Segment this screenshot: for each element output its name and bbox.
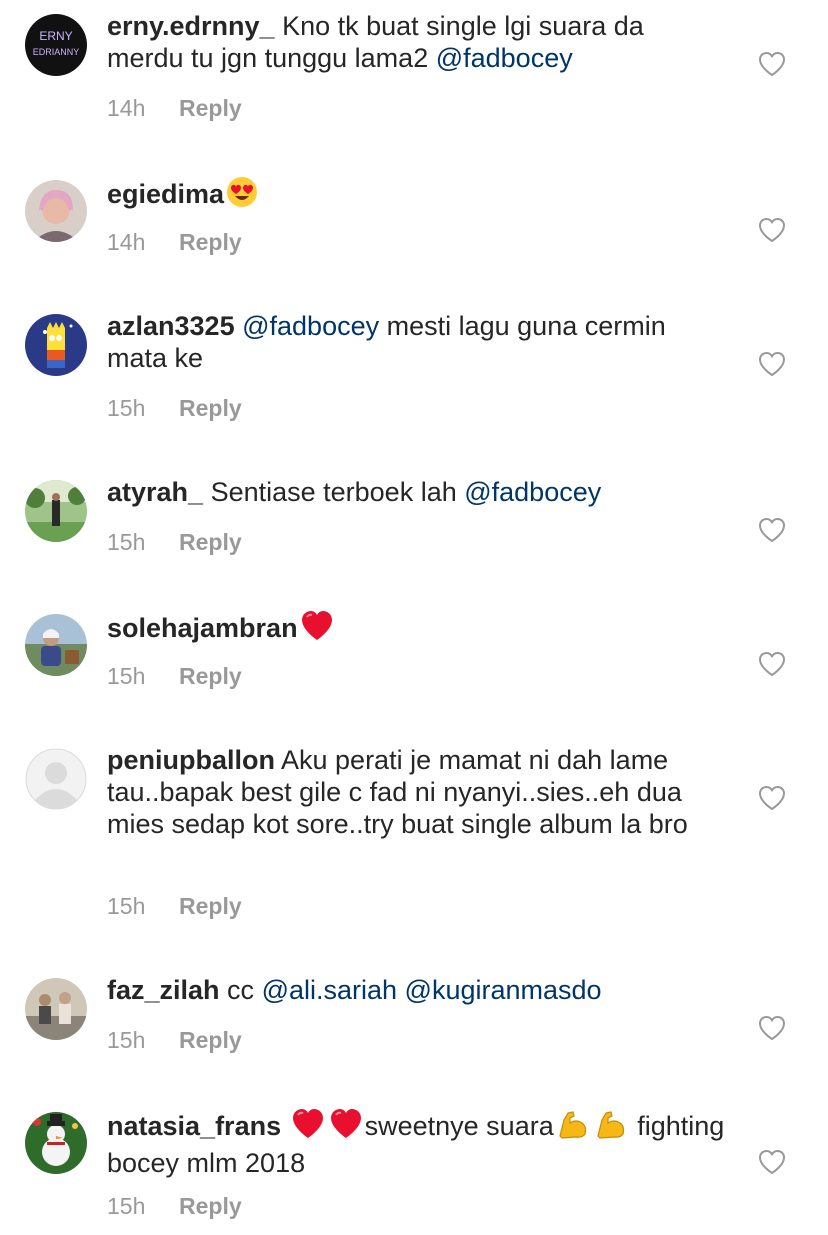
comment-text: faz_zilah cc @ali.sariah @kugiranmasdo [107, 974, 727, 1006]
username-link[interactable]: atyrah_ [107, 477, 203, 507]
comment-meta: 15h Reply [107, 893, 242, 920]
heart-outline-icon[interactable] [758, 51, 786, 77]
username-link[interactable]: faz_zilah [107, 975, 220, 1005]
timestamp: 14h [107, 95, 146, 121]
timestamp: 15h [107, 395, 146, 421]
comment-meta: 15h Reply [107, 395, 242, 422]
heart-outline-icon[interactable] [758, 651, 786, 677]
reply-button[interactable]: Reply [179, 663, 242, 689]
comment-text-segment: sweetnye suara [364, 1111, 554, 1141]
heart-outline-icon[interactable] [758, 517, 786, 543]
flexed-biceps-emoji [594, 1108, 628, 1147]
reply-button[interactable]: Reply [179, 529, 242, 555]
red-heart-emoji [300, 610, 334, 649]
username-link[interactable]: peniupballon [107, 745, 275, 775]
username-link[interactable]: natasia_frans [107, 1111, 281, 1141]
comment-text: natasia_frans sweetnye suara fighting bo… [107, 1108, 727, 1179]
username-link[interactable]: solehajambran [107, 613, 298, 643]
heart-outline-icon[interactable] [758, 785, 786, 811]
avatar[interactable] [25, 978, 87, 1040]
reply-button[interactable]: Reply [179, 1193, 242, 1219]
avatar[interactable] [25, 1112, 87, 1174]
avatar[interactable]: ERNY EDRIANNY [25, 14, 87, 76]
heart-outline-icon[interactable] [758, 351, 786, 377]
comment-meta: 15h Reply [107, 529, 242, 556]
heart-outline-icon[interactable] [758, 1015, 786, 1041]
heart-eyes-emoji [226, 176, 258, 215]
comment-text: erny.edrnny_ Kno tk buat single lgi suar… [107, 10, 727, 74]
flexed-biceps-emoji [556, 1108, 590, 1147]
timestamp: 15h [107, 529, 146, 555]
mention-link[interactable]: @fadbocey [464, 477, 601, 507]
timestamp: 14h [107, 229, 146, 255]
svg-text:EDRIANNY: EDRIANNY [33, 47, 80, 57]
mention-link[interactable]: @ali.sariah [262, 975, 397, 1005]
comment-text-segment [397, 975, 405, 1005]
mention-link[interactable]: @fadbocey [242, 311, 379, 341]
avatar[interactable] [25, 614, 87, 676]
username-link[interactable]: erny.edrnny_ [107, 11, 275, 41]
reply-button[interactable]: Reply [179, 95, 242, 121]
comment-meta: 14h Reply [107, 95, 242, 122]
timestamp: 15h [107, 893, 146, 919]
avatar[interactable] [25, 180, 87, 242]
timestamp: 15h [107, 1027, 146, 1053]
comment-text-segment [235, 311, 243, 341]
avatar[interactable] [25, 748, 87, 810]
avatar[interactable] [25, 480, 87, 542]
heart-outline-icon[interactable] [758, 1149, 786, 1175]
reply-button[interactable]: Reply [179, 395, 242, 421]
mention-link[interactable]: @fadbocey [436, 43, 573, 73]
comment-text: egiedima [107, 176, 727, 215]
comment-text: solehajambran [107, 610, 727, 649]
username-link[interactable]: egiedima [107, 179, 224, 209]
comment-text: azlan3325 @fadbocey mesti lagu guna cerm… [107, 310, 727, 374]
svg-text:ERNY: ERNY [39, 29, 72, 43]
reply-button[interactable]: Reply [179, 1027, 242, 1053]
comment-text-segment: Sentiase terboek lah [203, 477, 465, 507]
comment-meta: 14h Reply [107, 229, 242, 256]
avatar[interactable] [25, 314, 87, 376]
comment-text: peniupballon Aku perati je mamat ni dah … [107, 744, 727, 840]
mention-link[interactable]: @kugiranmasdo [405, 975, 602, 1005]
comment-meta: 15h Reply [107, 1193, 242, 1220]
reply-button[interactable]: Reply [179, 893, 242, 919]
heart-outline-icon[interactable] [758, 217, 786, 243]
username-link[interactable]: azlan3325 [107, 311, 235, 341]
timestamp: 15h [107, 663, 146, 689]
comment-text-segment: cc [219, 975, 262, 1005]
red-heart-emoji [329, 1108, 363, 1147]
red-heart-emoji [291, 1108, 325, 1147]
comment-text: atyrah_ Sentiase terboek lah @fadbocey [107, 476, 727, 508]
comment-meta: 15h Reply [107, 1027, 242, 1054]
timestamp: 15h [107, 1193, 146, 1219]
comment-meta: 15h Reply [107, 663, 242, 690]
comment-text-segment [281, 1111, 289, 1141]
reply-button[interactable]: Reply [179, 229, 242, 255]
